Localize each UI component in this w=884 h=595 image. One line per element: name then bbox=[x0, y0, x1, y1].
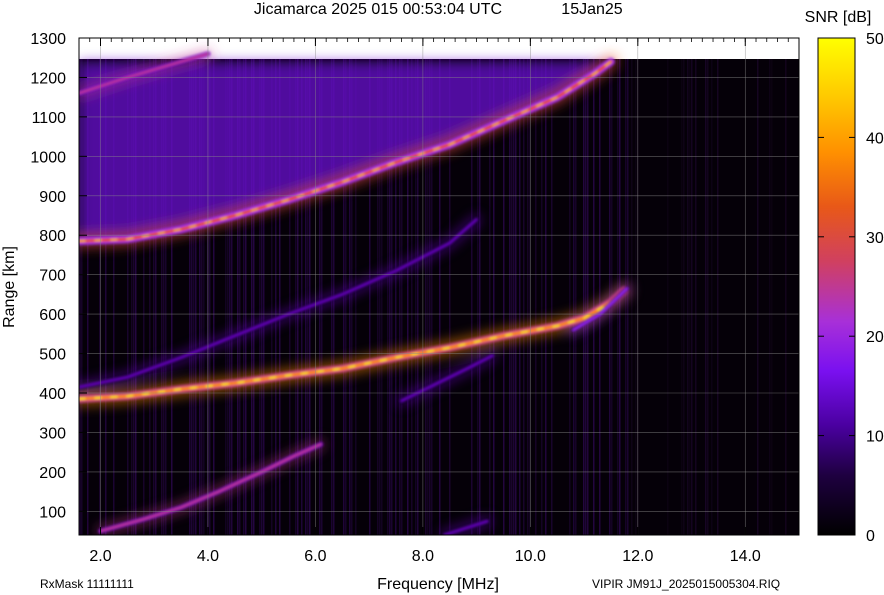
noise-stripe bbox=[513, 59, 515, 535]
y-tick-label: 1300 bbox=[30, 31, 66, 48]
noise-stripe bbox=[515, 59, 517, 535]
noise-stripe bbox=[551, 59, 553, 535]
ionogram-figure: Jicamarca 2025 015 00:53:04 UTC 15Jan25 … bbox=[1, 1, 884, 593]
noise-stripe bbox=[593, 59, 595, 535]
noise-stripe bbox=[573, 59, 575, 535]
noise-stripe bbox=[681, 59, 683, 535]
y-tick-label: 1000 bbox=[30, 149, 66, 166]
noise-stripe bbox=[583, 59, 585, 535]
figure-date: 15Jan25 bbox=[561, 1, 622, 18]
noise-stripe bbox=[705, 59, 707, 535]
y-tick-label: 1100 bbox=[32, 110, 67, 127]
figure-title: Jicamarca 2025 015 00:53:04 UTC bbox=[254, 1, 502, 18]
y-tick-label: 600 bbox=[39, 307, 66, 324]
colorbar-tick-label: 30 bbox=[866, 230, 884, 247]
y-axis-label: Range [km] bbox=[1, 246, 18, 328]
y-tick-label: 400 bbox=[39, 386, 66, 403]
noise-stripe bbox=[717, 59, 719, 535]
noise-stripe bbox=[691, 59, 693, 535]
colorbar-tick-label: 40 bbox=[866, 130, 884, 147]
noise-stripe bbox=[587, 59, 589, 535]
noise-stripe bbox=[575, 59, 577, 535]
colorbar bbox=[817, 37, 856, 536]
noise-stripe bbox=[757, 59, 759, 535]
noise-stripe bbox=[511, 59, 513, 535]
x-tick-label: 12.0 bbox=[622, 548, 653, 565]
noise-stripe bbox=[707, 59, 709, 535]
x-tick-label: 10.0 bbox=[515, 548, 546, 565]
colorbar-tick-label: 20 bbox=[866, 329, 884, 346]
noise-stripe bbox=[519, 59, 521, 535]
noise-stripe bbox=[711, 59, 713, 535]
x-tick-label: 8.0 bbox=[412, 548, 434, 565]
noise-stripe bbox=[509, 59, 511, 535]
x-tick-label: 14.0 bbox=[730, 548, 761, 565]
noise-stripe bbox=[687, 59, 689, 535]
y-tick-label: 800 bbox=[39, 228, 66, 245]
x-axis-label: Frequency [MHz] bbox=[377, 576, 499, 593]
noise-stripe bbox=[535, 59, 537, 535]
y-tick-label: 700 bbox=[39, 268, 66, 285]
noise-stripe bbox=[569, 59, 571, 535]
x-tick-label: 6.0 bbox=[304, 548, 326, 565]
y-tick-label: 900 bbox=[39, 189, 66, 206]
heatmap-region bbox=[79, 49, 799, 535]
noise-stripe bbox=[683, 59, 685, 535]
file-name-label: VIPIR JM91J_2025015005304.RIQ bbox=[592, 577, 780, 591]
noise-stripe bbox=[541, 59, 543, 535]
colorbar-tick-label: 0 bbox=[866, 528, 875, 545]
noise-stripe bbox=[785, 59, 787, 535]
colorbar-label: SNR [dB] bbox=[805, 9, 872, 26]
noise-stripe bbox=[635, 59, 637, 535]
noise-stripe bbox=[667, 59, 669, 535]
y-tick-label: 100 bbox=[39, 504, 66, 521]
noise-stripe bbox=[631, 59, 633, 535]
noise-stripe bbox=[769, 59, 771, 535]
rxmask-label: RxMask 11111111 bbox=[40, 577, 134, 591]
x-tick-label: 4.0 bbox=[197, 548, 219, 565]
noise-stripe bbox=[585, 59, 587, 535]
noise-stripe bbox=[599, 59, 601, 535]
y-tick-label: 500 bbox=[39, 347, 66, 364]
y-tick-label: 200 bbox=[39, 465, 66, 482]
noise-stripe bbox=[689, 59, 691, 535]
y-tick-label: 300 bbox=[39, 425, 66, 442]
colorbar-tick-label: 50 bbox=[866, 31, 884, 48]
x-tick-label: 2.0 bbox=[89, 548, 111, 565]
noise-stripe bbox=[527, 59, 529, 535]
noise-stripe bbox=[771, 59, 773, 535]
y-tick-label: 1200 bbox=[30, 70, 66, 87]
noise-stripe bbox=[523, 59, 525, 535]
noise-stripe bbox=[545, 59, 547, 535]
colorbar-tick-label: 10 bbox=[866, 429, 884, 446]
noise-stripe bbox=[503, 59, 505, 535]
noise-stripe bbox=[695, 59, 697, 535]
